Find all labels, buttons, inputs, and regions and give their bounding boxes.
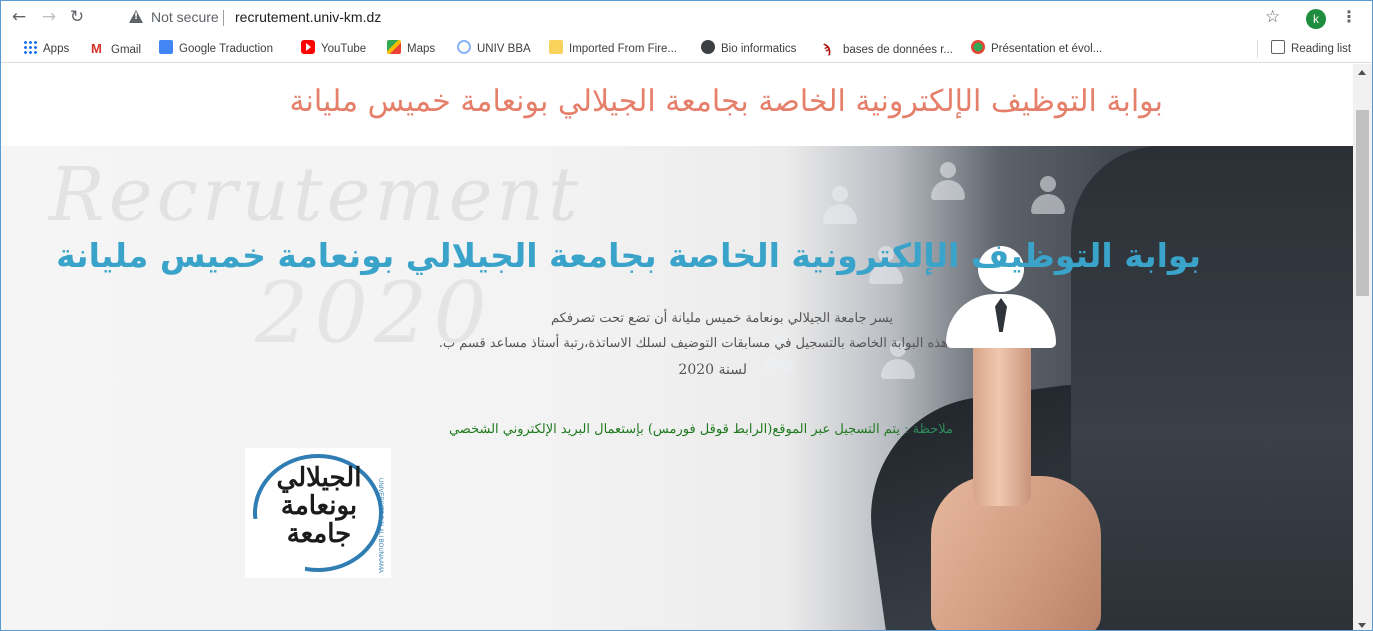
scroll-up-arrow-icon[interactable] xyxy=(1358,70,1366,75)
google-translate-icon xyxy=(159,40,173,54)
intro-line-2: هذه البوابة الخاصة بالتسجيل في مسابقات ا… xyxy=(438,336,948,351)
bookmark-site-icon: ϡ xyxy=(823,41,831,56)
not-secure-label[interactable]: Not secure xyxy=(151,9,219,25)
bookmark-label: Maps xyxy=(407,43,436,55)
folder-icon xyxy=(549,40,563,54)
bookmarks-bar: Apps M Gmail Google Traduction YouTube Ma… xyxy=(1,35,1372,63)
bookmark-youtube[interactable]: YouTube xyxy=(301,40,366,58)
reading-list-button[interactable]: Reading list xyxy=(1271,40,1351,58)
star-icon[interactable]: ☆ xyxy=(1265,7,1280,27)
bookmark-maps[interactable]: Maps xyxy=(387,40,435,58)
bookmark-bio-informatics[interactable]: Bio informatics xyxy=(701,40,796,58)
browser-toolbar: ← → ↻ Not secure recrutement.univ-km.dz … xyxy=(1,1,1372,35)
forward-arrow-icon[interactable]: → xyxy=(39,7,59,27)
intro-line-1: يسر جامعة الجيلالي بونعامة خميس مليانة أ… xyxy=(551,311,893,326)
registration-note: ملاحظة : يتم التسجيل عبر الموقع(الرابط ق… xyxy=(449,422,953,437)
address-separator xyxy=(223,10,224,26)
bookmark-label: Google Traduction xyxy=(179,43,273,55)
warning-icon[interactable] xyxy=(129,10,143,23)
univ-icon xyxy=(457,40,471,54)
bookmark-imported-folder[interactable]: Imported From Fire... xyxy=(549,40,677,58)
watermark-recrutement: Recrutement xyxy=(49,152,582,238)
bookmark-google-traduction[interactable]: Google Traduction xyxy=(159,40,273,58)
reading-list-icon xyxy=(1271,40,1285,54)
bookmark-label: Apps xyxy=(43,43,70,55)
bio-icon xyxy=(701,40,715,54)
bookmark-label: Gmail xyxy=(111,44,142,56)
address-bar[interactable]: Not secure recrutement.univ-km.dz xyxy=(115,6,1251,30)
bookmark-bases-de-donnees[interactable]: ϡ bases de données r... xyxy=(823,40,953,58)
bookmark-univ-bba[interactable]: UNIV BBA xyxy=(457,40,531,58)
bookmark-label: bases de données r... xyxy=(843,44,953,56)
reload-icon[interactable]: ↻ xyxy=(67,7,87,27)
businessman-image xyxy=(1071,146,1353,630)
bookmarks-separator xyxy=(1257,40,1258,58)
page-header-title: بوابة التوظيف الإلكترونية الخاصة بجامعة … xyxy=(289,84,1163,119)
intro-line-year: لسنة 2020 xyxy=(678,362,747,378)
person-icon xyxy=(931,162,965,202)
bookmark-gmail[interactable]: M Gmail xyxy=(91,40,141,58)
logo-text: الجيلالي بونعامة جامعة xyxy=(276,463,362,549)
bookmark-label: Présentation et évol... xyxy=(991,43,1103,55)
url-text[interactable]: recrutement.univ-km.dz xyxy=(235,9,381,25)
flag-icon xyxy=(971,40,985,54)
reading-list-label: Reading list xyxy=(1291,43,1352,55)
bookmark-presentation[interactable]: Présentation et évol... xyxy=(971,40,1102,58)
person-icon xyxy=(1031,176,1065,216)
profile-avatar[interactable]: k xyxy=(1306,9,1326,29)
page-viewport: بوابة التوظيف الإلكترونية الخاصة بجامعة … xyxy=(1,64,1353,630)
bookmark-label: UNIV BBA xyxy=(477,43,531,55)
vertical-scrollbar[interactable] xyxy=(1353,64,1372,630)
kebab-menu-icon[interactable]: ⋮ xyxy=(1341,7,1357,27)
scroll-down-arrow-icon[interactable] xyxy=(1358,623,1366,628)
logo-side-text: UNIVERSITE DJILALI BOUNAAMA xyxy=(377,478,383,574)
bookmark-apps[interactable]: Apps xyxy=(23,40,69,58)
maps-icon xyxy=(387,40,401,54)
person-icon xyxy=(823,186,857,226)
bookmark-label: YouTube xyxy=(321,43,367,55)
hero-banner: Recrutement 2020 بوابة التوظيف الإلكترون… xyxy=(1,146,1353,630)
browser-window: ← → ↻ Not secure recrutement.univ-km.dz … xyxy=(0,0,1373,631)
back-arrow-icon[interactable]: ← xyxy=(9,7,29,27)
gmail-icon: M xyxy=(91,41,102,56)
bookmark-label: Imported From Fire... xyxy=(569,43,677,55)
page-header: بوابة التوظيف الإلكترونية الخاصة بجامعة … xyxy=(1,64,1353,146)
note-text: يتم التسجيل عبر الموقع(الرابط قوقل فورمس… xyxy=(448,422,900,437)
note-label: ملاحظة : xyxy=(904,422,953,437)
hero-title: بوابة التوظيف الإلكترونية الخاصة بجامعة … xyxy=(56,236,1201,275)
bookmark-label: Bio informatics xyxy=(721,43,797,55)
university-logo: الجيلالي بونعامة جامعة UNIVERSITE DJILAL… xyxy=(245,448,391,578)
scroll-thumb[interactable] xyxy=(1356,110,1369,296)
youtube-icon xyxy=(301,40,315,54)
apps-grid-icon xyxy=(23,40,37,54)
